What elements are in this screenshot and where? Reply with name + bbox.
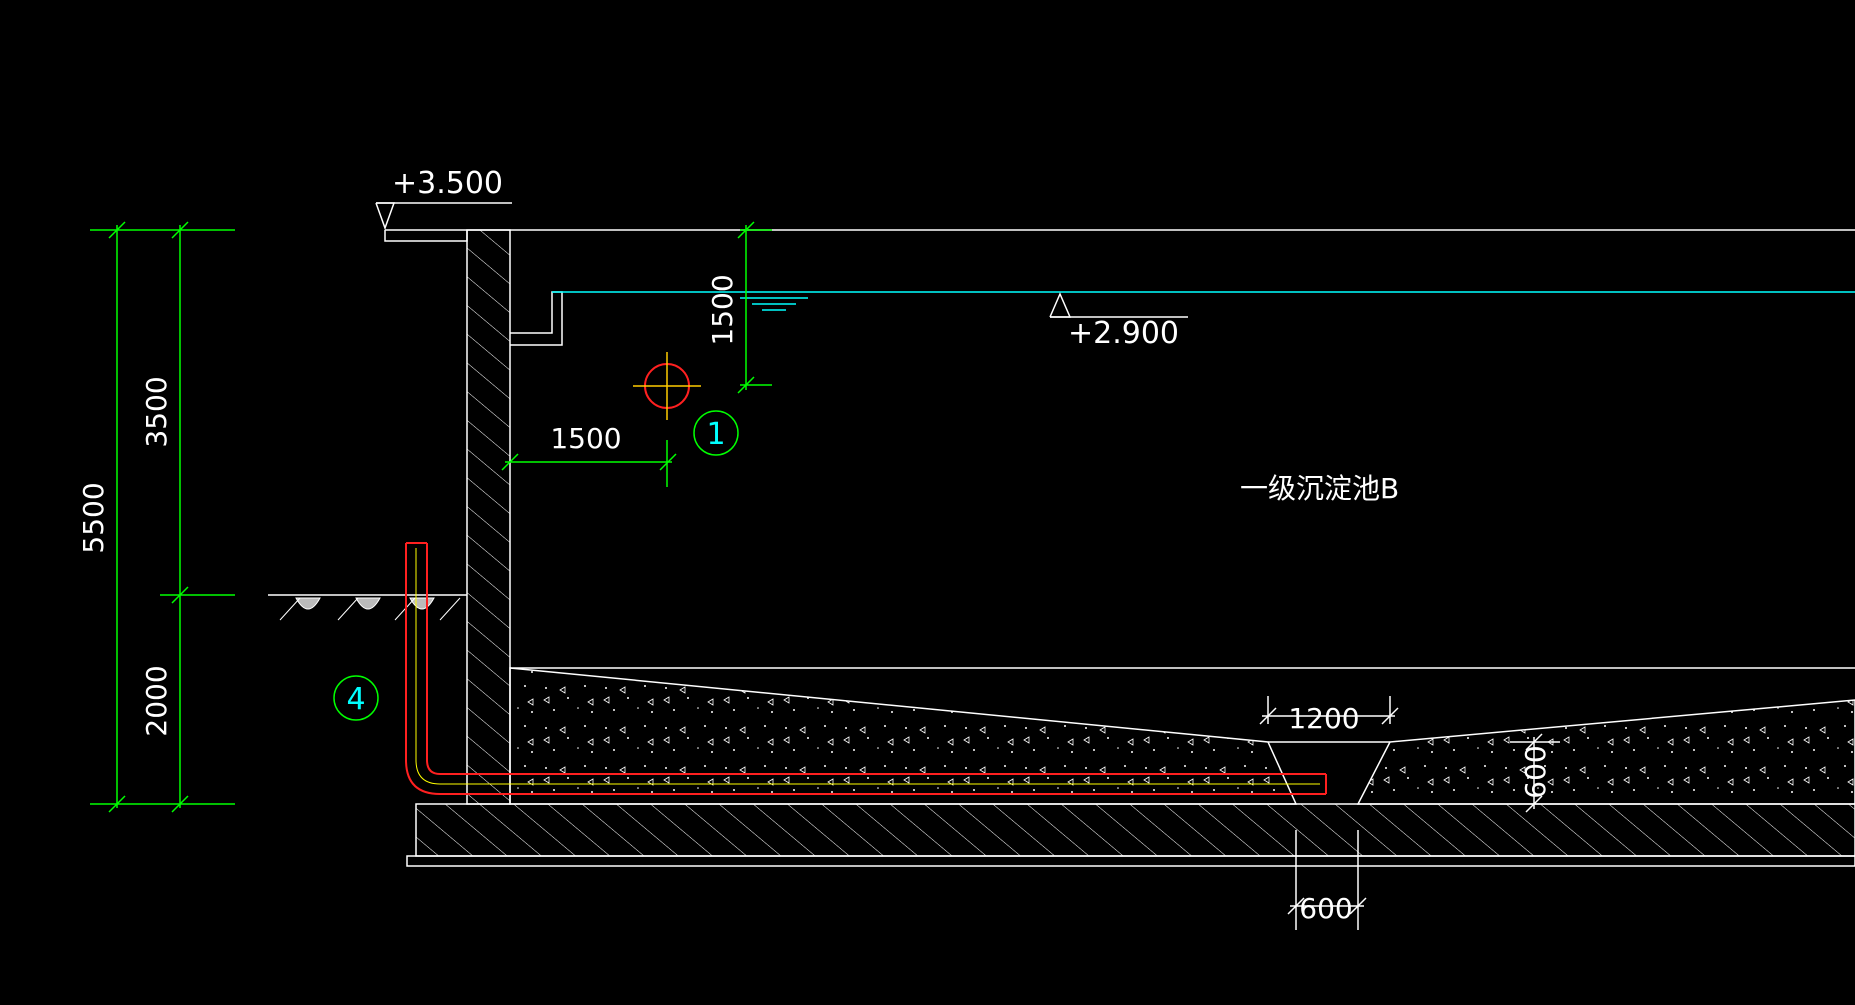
dim-sump-width: 600 — [1299, 892, 1352, 925]
dim-upper-height: 3500 — [140, 376, 173, 447]
weir-bracket[interactable] — [510, 291, 563, 346]
dim-total-height: 5500 — [77, 482, 110, 553]
wall-top-cap[interactable] — [384, 230, 468, 242]
elevation-top-label: +3.500 — [392, 166, 503, 201]
elevation-triangle-icon — [1049, 292, 1072, 318]
water-level[interactable] — [552, 291, 1855, 311]
callout-detail-1-label: 1 — [706, 417, 725, 452]
callout-detail-4-label: 4 — [346, 682, 365, 717]
dim-freeboard: 1500 — [706, 274, 739, 345]
dim-lower-height: 2000 — [140, 665, 173, 736]
elevation-triangle-icon — [375, 202, 396, 231]
elevation-water-label: +2.900 — [1068, 316, 1179, 351]
water-level-icon — [740, 297, 808, 311]
ground-hatch-symbols — [279, 597, 461, 621]
center-mark[interactable] — [633, 352, 701, 420]
dim-trench-width: 1200 — [1288, 702, 1359, 735]
callout-detail-1[interactable]: 1 — [693, 410, 739, 456]
cad-drawing-canvas[interactable]: +3.500 +2.900 1 4 一级沉淀池B 5500 3500 2000 … — [0, 0, 1855, 1005]
sloped-fill-right[interactable] — [1356, 699, 1855, 805]
left-wall[interactable] — [466, 229, 511, 805]
dim-trench-depth: 600 — [1519, 745, 1552, 798]
tank-name-label[interactable]: 一级沉淀池B — [1240, 472, 1399, 505]
dim-wall-offset: 1500 — [550, 422, 621, 455]
elevation-marker-top[interactable] — [375, 202, 512, 231]
mud-mat[interactable] — [406, 855, 1855, 867]
base-slab[interactable] — [415, 803, 1855, 857]
callout-detail-4[interactable]: 4 — [333, 675, 379, 721]
elevation-marker-water[interactable] — [1049, 292, 1188, 318]
